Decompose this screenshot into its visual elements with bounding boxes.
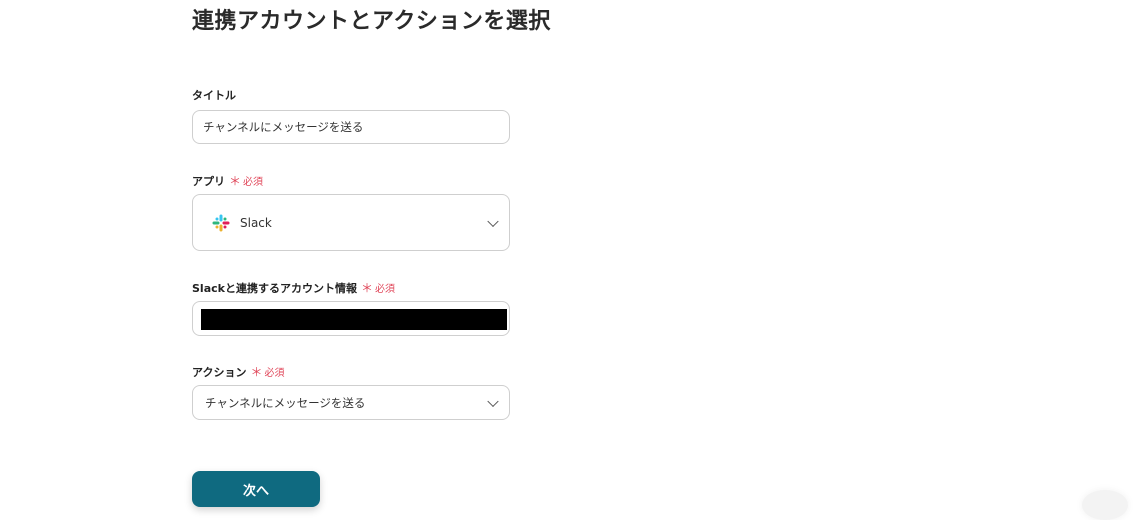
required-badge: ＊ 必須 [229, 172, 263, 189]
action-label-text: アクション [192, 365, 247, 379]
title-input-value: チャンネルにメッセージを送る [203, 120, 364, 134]
account-select[interactable] [192, 301, 510, 336]
action-label: アクション ＊ 必須 [192, 363, 284, 380]
required-badge: ＊ 必須 [361, 279, 395, 296]
action-select[interactable]: チャンネルにメッセージを送る [192, 385, 510, 420]
account-label-text: Slackと連携するアカウント情報 [192, 281, 357, 295]
required-text: 必須 [374, 284, 395, 295]
account-label: Slackと連携するアカウント情報 ＊ 必須 [192, 279, 395, 296]
required-badge: ＊ 必須 [250, 363, 284, 380]
required-text: 必須 [243, 177, 264, 188]
required-asterisk: ＊ [229, 174, 242, 188]
title-input[interactable]: チャンネルにメッセージを送る [192, 110, 510, 144]
title-label-text: タイトル [192, 89, 236, 102]
chevron-down-icon [487, 215, 499, 227]
app-label: アプリ ＊ 必須 [192, 172, 263, 189]
chevron-down-icon [487, 395, 499, 407]
action-select-value: チャンネルにメッセージを送る [205, 395, 366, 410]
required-asterisk: ＊ [250, 365, 263, 379]
floating-widget[interactable] [1082, 490, 1128, 520]
app-select[interactable]: Slack [192, 194, 510, 251]
next-button[interactable]: 次へ [192, 471, 320, 507]
slack-icon [212, 214, 230, 231]
required-text: 必須 [264, 368, 285, 379]
app-label-text: アプリ [192, 174, 225, 188]
app-select-value: Slack [240, 215, 272, 230]
redacted-account-value [201, 309, 507, 330]
page-title: 連携アカウントとアクションを選択 [192, 9, 551, 34]
title-label: タイトル [192, 87, 236, 103]
required-asterisk: ＊ [360, 281, 373, 295]
